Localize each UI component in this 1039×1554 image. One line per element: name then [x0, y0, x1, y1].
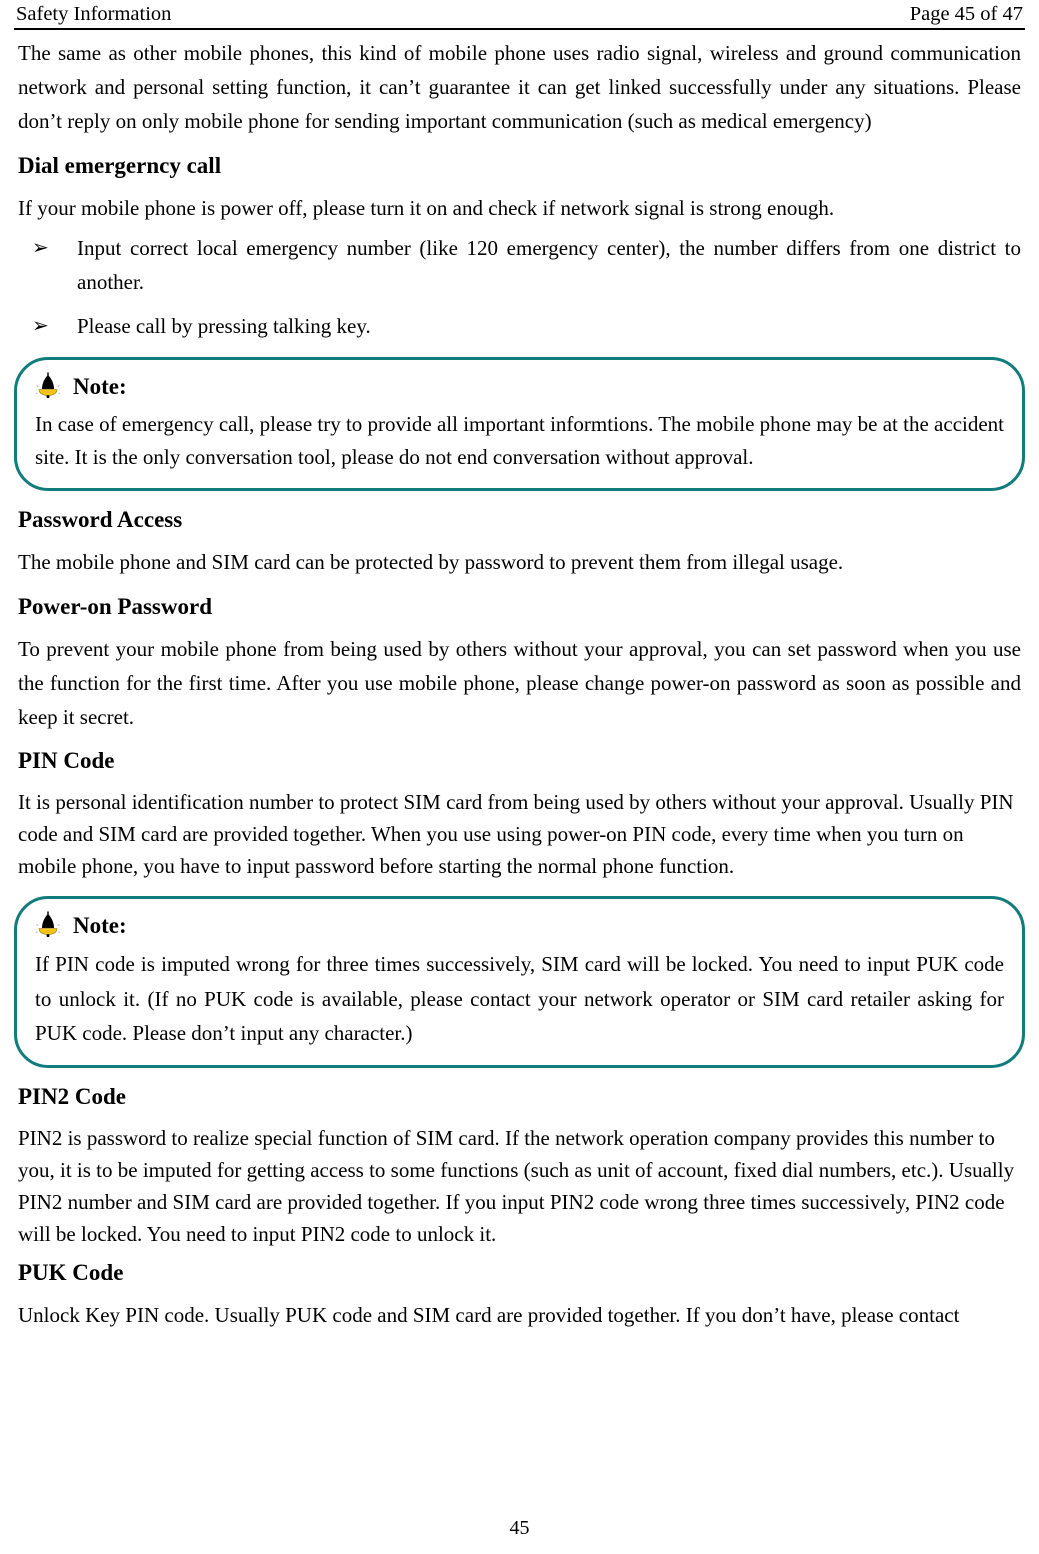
heading-power-on-password: Power-on Password	[18, 593, 212, 619]
note-callout-pin: Note: If PIN code is imputed wrong for t…	[14, 896, 1025, 1068]
heading-pin2-code: PIN2 Code	[18, 1083, 126, 1109]
intro-paragraph: The same as other mobile phones, this ki…	[18, 41, 1021, 134]
document-page: Safety Information Page 45 of 47 The sam…	[0, 0, 1039, 1554]
arrow-bullet-icon: ➢	[32, 315, 49, 338]
password-access-paragraph: The mobile phone and SIM card can be pro…	[18, 550, 844, 575]
footer-page-number: 45	[509, 1517, 530, 1539]
note-title-row: Note:	[35, 370, 1004, 402]
pin-code-paragraph: It is personal identification number to …	[18, 790, 1014, 879]
note-title: Note:	[73, 913, 127, 939]
dial-steps-list: ➢ Input correct local emergency number (…	[14, 231, 1025, 344]
list-item-label: Input correct local emergency number (li…	[77, 235, 1021, 295]
power-on-password-paragraph: To prevent your mobile phone from being …	[18, 636, 1021, 730]
note-body-text: In case of emergency call, please try to…	[35, 412, 1004, 470]
bell-icon	[35, 911, 61, 941]
header-section-title: Safety Information	[16, 3, 172, 25]
dial-intro-paragraph: If your mobile phone is power off, pleas…	[18, 195, 835, 220]
list-item: ➢ Please call by pressing talking key.	[18, 309, 1021, 343]
header-page-indicator: Page 45 of 47	[909, 3, 1023, 25]
heading-dial-emergency-call: Dial emergerncy call	[18, 152, 222, 178]
list-item-label: Please call by pressing talking key.	[77, 314, 371, 339]
list-item: ➢ Input correct local emergency number (…	[18, 231, 1021, 299]
puk-paragraph: Unlock Key PIN code. Usually PUK code an…	[18, 1302, 960, 1327]
note-title: Note:	[73, 374, 127, 400]
bell-icon	[35, 370, 61, 402]
pin2-paragraph: PIN2 is password to realize special func…	[18, 1125, 1015, 1246]
heading-password-access: Password Access	[18, 507, 183, 533]
heading-pin-code: PIN Code	[18, 748, 115, 774]
arrow-bullet-icon: ➢	[32, 236, 49, 259]
note-body-text: If PIN code is imputed wrong for three t…	[35, 952, 1004, 1046]
note-callout-emergency: Note: In case of emergency call, please …	[14, 357, 1025, 492]
heading-puk-code: PUK Code	[18, 1259, 124, 1285]
note-title-row: Note:	[35, 911, 1004, 941]
page-header: Safety Information Page 45 of 47	[14, 0, 1025, 30]
